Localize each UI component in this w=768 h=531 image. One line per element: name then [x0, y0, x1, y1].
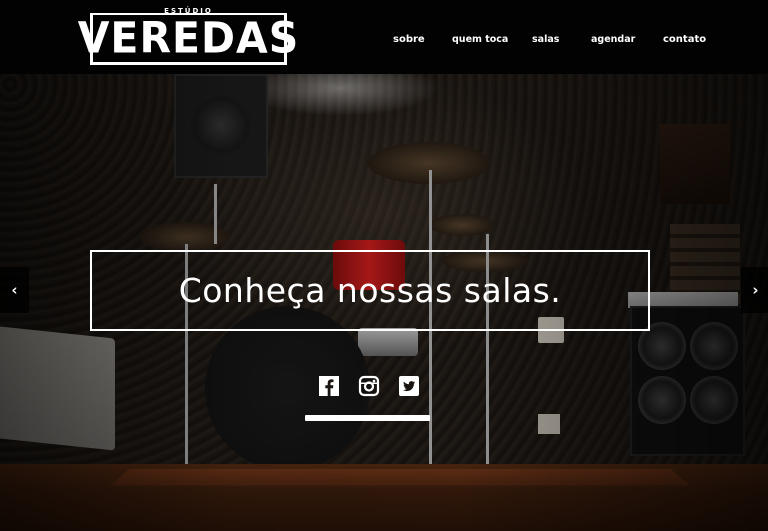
prev-slide-button[interactable]: ‹ — [0, 267, 29, 313]
chevron-left-icon: ‹ — [11, 281, 18, 299]
slide-indicator-bar — [305, 415, 430, 421]
social-links — [0, 375, 768, 399]
nav-item-agendar[interactable]: agendar — [591, 34, 635, 45]
slide-caption-text: Conheça nossas salas. — [178, 271, 562, 310]
twitter-icon[interactable] — [398, 375, 420, 397]
instagram-icon[interactable] — [358, 375, 380, 397]
nav-item-salas[interactable]: salas — [532, 34, 559, 45]
main-nav: sobre quem toca salas agendar contato — [0, 34, 768, 50]
facebook-icon[interactable] — [318, 375, 340, 397]
chevron-right-icon: › — [752, 281, 759, 299]
nav-item-sobre[interactable]: sobre — [393, 34, 425, 45]
nav-item-quem-toca[interactable]: quem toca — [452, 34, 508, 45]
site-header: ESTÚDIO VEREDAS sobre quem toca salas ag… — [0, 0, 768, 74]
slide-caption: Conheça nossas salas. — [90, 250, 650, 331]
next-slide-button[interactable]: › — [741, 267, 768, 313]
nav-item-contato[interactable]: contato — [663, 34, 706, 45]
